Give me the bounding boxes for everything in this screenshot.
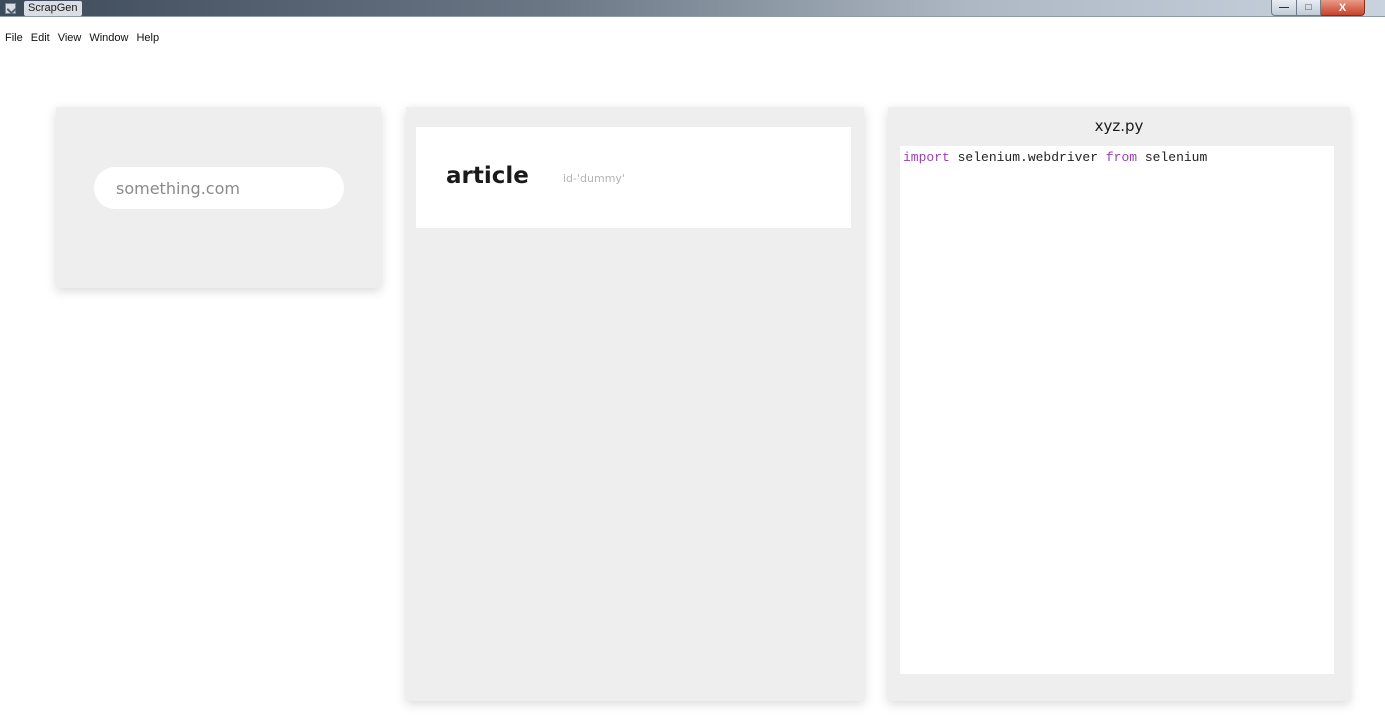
menu-view[interactable]: View	[58, 32, 82, 44]
url-panel	[56, 107, 381, 288]
element-attribute: id-'dummy'	[563, 172, 625, 185]
menu-edit[interactable]: Edit	[31, 32, 50, 44]
url-input[interactable]	[94, 167, 344, 209]
element-card[interactable]: article id-'dummy'	[416, 127, 851, 228]
minimize-button[interactable]: —	[1271, 0, 1297, 16]
element-tag-name: article	[446, 163, 529, 189]
window-titlebar: ScrapGen — □ X	[0, 0, 1385, 17]
maximize-icon: □	[1305, 2, 1312, 13]
elements-panel: article id-'dummy'	[406, 107, 864, 701]
close-button[interactable]: X	[1321, 0, 1365, 16]
window-title: ScrapGen	[24, 1, 82, 16]
maximize-button[interactable]: □	[1297, 0, 1321, 16]
close-icon: X	[1338, 1, 1347, 14]
code-text-module: selenium.webdriver	[949, 150, 1106, 165]
code-panel: xyz.py import selenium.webdriver from se…	[888, 107, 1350, 701]
code-keyword-import: import	[903, 150, 950, 165]
menu-help[interactable]: Help	[136, 32, 159, 44]
menu-file[interactable]: File	[5, 32, 23, 44]
code-filename: xyz.py	[1094, 117, 1144, 135]
code-text-package: selenium	[1137, 150, 1208, 165]
code-editor[interactable]: import selenium.webdriver from selenium	[900, 146, 1334, 674]
app-window-icon[interactable]	[5, 3, 16, 14]
menu-bar: File Edit View Window Help	[0, 29, 167, 47]
minimize-icon: —	[1279, 2, 1289, 13]
code-keyword-from: from	[1105, 150, 1138, 165]
menu-window[interactable]: Window	[89, 32, 128, 44]
window-controls: — □ X	[1271, 0, 1365, 17]
